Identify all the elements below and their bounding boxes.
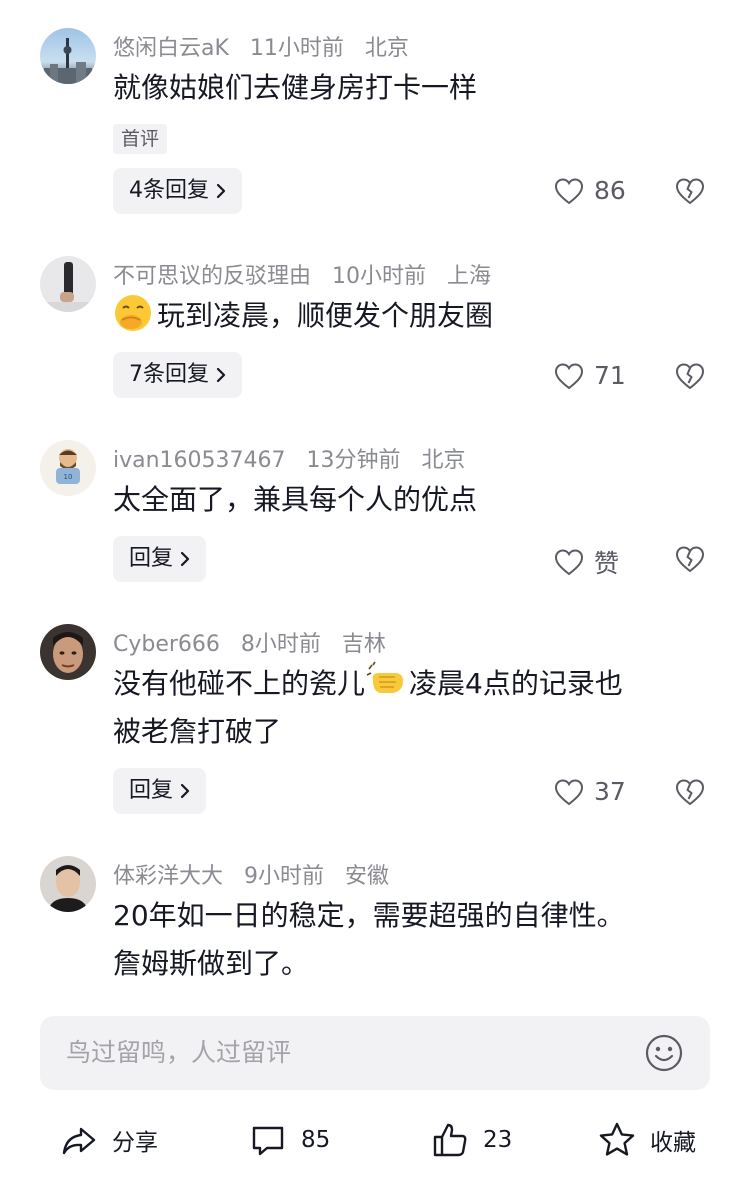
view-replies-button[interactable]: 4条回复 <box>113 168 242 214</box>
like-count: 71 <box>594 361 626 390</box>
comment-time: 13分钟前 <box>306 448 401 473</box>
likes-count: 23 <box>483 1127 513 1153</box>
comment-input-placeholder: 鸟过留鸣，人过留评 <box>66 1038 292 1067</box>
broken-heart-icon[interactable] <box>675 362 705 390</box>
comment-text-part: 没有他碰不上的瓷儿 <box>113 667 366 700</box>
svg-text:10: 10 <box>64 473 73 481</box>
comment-time: 10小时前 <box>332 264 427 289</box>
chevron-right-icon <box>216 183 226 199</box>
comment-time: 8小时前 <box>240 632 321 657</box>
chevron-right-icon <box>216 367 226 383</box>
share-label: 分享 <box>112 1130 158 1156</box>
username[interactable]: ivan160537467 <box>113 448 286 473</box>
username[interactable]: 不可思议的反驳理由 <box>113 264 311 289</box>
bottom-action-bar: 分享 85 23 收藏 <box>0 1108 750 1172</box>
comment-location: 北京 <box>364 36 409 61</box>
like-button[interactable]: 86 <box>554 176 626 205</box>
comment-time: 9小时前 <box>244 864 325 889</box>
comment-time: 11小时前 <box>249 36 344 61</box>
thumbs-up-icon <box>433 1123 467 1157</box>
replies-label: 7条回复 <box>129 362 209 387</box>
cartoon-avatar-image: 10 <box>42 449 94 492</box>
comment-location: 北京 <box>421 448 466 473</box>
reply-label: 回复 <box>129 546 174 571</box>
like-count: 86 <box>594 176 626 205</box>
heart-icon <box>554 177 584 204</box>
avatar[interactable] <box>40 256 96 312</box>
broken-heart-icon[interactable] <box>675 778 705 806</box>
comment-text[interactable]: 没有他碰不上的瓷儿 凌晨4点的记录也 被老詹打破了 <box>113 660 713 756</box>
share-button[interactable]: 分享 <box>60 1108 158 1172</box>
heart-icon <box>554 362 584 389</box>
face-avatar-image <box>48 865 88 912</box>
comment-location: 吉林 <box>341 632 386 657</box>
like-post-button[interactable]: 23 <box>431 1108 512 1172</box>
reply-label: 回复 <box>129 778 174 803</box>
like-button[interactable]: 赞 <box>554 544 619 580</box>
favorite-button[interactable]: 收藏 <box>598 1108 696 1172</box>
username[interactable]: 体彩洋大大 <box>113 864 223 889</box>
covering-mouth-emoji <box>115 295 151 331</box>
star-icon <box>599 1122 635 1156</box>
comment-text[interactable]: 20年如一日的稳定，需要超强的自律性。 詹姆斯做到了。 <box>113 892 733 988</box>
comment-text[interactable]: 玩到凌晨，顺便发个朋友圈 <box>113 292 713 340</box>
comment-text-line: 20年如一日的稳定，需要超强的自律性。 <box>113 899 625 932</box>
comment-meta: 不可思议的反驳理由 10小时前 上海 <box>113 258 505 290</box>
comment-text-line: 詹姆斯做到了。 <box>113 947 310 980</box>
comment-text[interactable]: 太全面了，兼具每个人的优点 <box>113 476 713 524</box>
share-icon <box>62 1127 96 1155</box>
comment-input[interactable]: 鸟过留鸣，人过留评 <box>40 1016 710 1090</box>
avatar[interactable] <box>40 28 96 84</box>
first-comment-tag: 首评 <box>113 124 168 154</box>
comments-count: 85 <box>301 1127 331 1153</box>
username[interactable]: 悠闲白云aK <box>113 36 229 61</box>
chevron-right-icon <box>180 551 190 567</box>
username[interactable]: Cyber666 <box>113 632 220 657</box>
view-replies-button[interactable]: 7条回复 <box>113 352 242 398</box>
reply-button[interactable]: 回复 <box>113 768 207 814</box>
avatar[interactable] <box>40 856 96 912</box>
comment-icon <box>252 1126 284 1156</box>
like-label: 赞 <box>594 549 620 578</box>
comment-location: 安徽 <box>345 864 390 889</box>
avatar[interactable] <box>40 624 96 680</box>
comment-meta: Cyber666 8小时前 吉林 <box>113 626 400 658</box>
like-button[interactable]: 37 <box>554 777 626 806</box>
comment-text[interactable]: 就像姑娘们去健身房打卡一样 <box>113 64 713 112</box>
tower-avatar-image <box>44 38 92 84</box>
broken-heart-icon[interactable] <box>675 177 705 205</box>
avatar[interactable]: 10 <box>40 440 96 496</box>
comment-text-line: 被老詹打破了 <box>113 715 282 748</box>
comments-button[interactable]: 85 <box>249 1108 330 1172</box>
comment-meta: 悠闲白云aK 11小时前 北京 <box>113 30 423 62</box>
comment-location: 上海 <box>447 264 492 289</box>
favorite-label: 收藏 <box>650 1130 696 1156</box>
heart-icon <box>554 549 584 576</box>
comment-meta: ivan160537467 13分钟前 北京 <box>113 442 480 474</box>
comment-text-content: 玩到凌晨，顺便发个朋友圈 <box>157 299 494 332</box>
replies-label: 4条回复 <box>129 178 209 203</box>
comment-text-part: 凌晨4点的记录也 <box>409 667 623 700</box>
chevron-right-icon <box>180 783 190 799</box>
smile-icon[interactable] <box>644 1033 684 1073</box>
device-avatar-image <box>40 262 96 312</box>
heart-icon <box>554 778 584 805</box>
broken-heart-icon[interactable] <box>675 545 705 573</box>
like-count: 37 <box>594 777 626 806</box>
reply-button[interactable]: 回复 <box>113 536 207 582</box>
comment-meta: 体彩洋大大 9小时前 安徽 <box>113 858 403 890</box>
like-button[interactable]: 71 <box>554 361 626 390</box>
face-avatar-image <box>53 632 83 673</box>
slap-hand-emoji <box>366 661 404 693</box>
